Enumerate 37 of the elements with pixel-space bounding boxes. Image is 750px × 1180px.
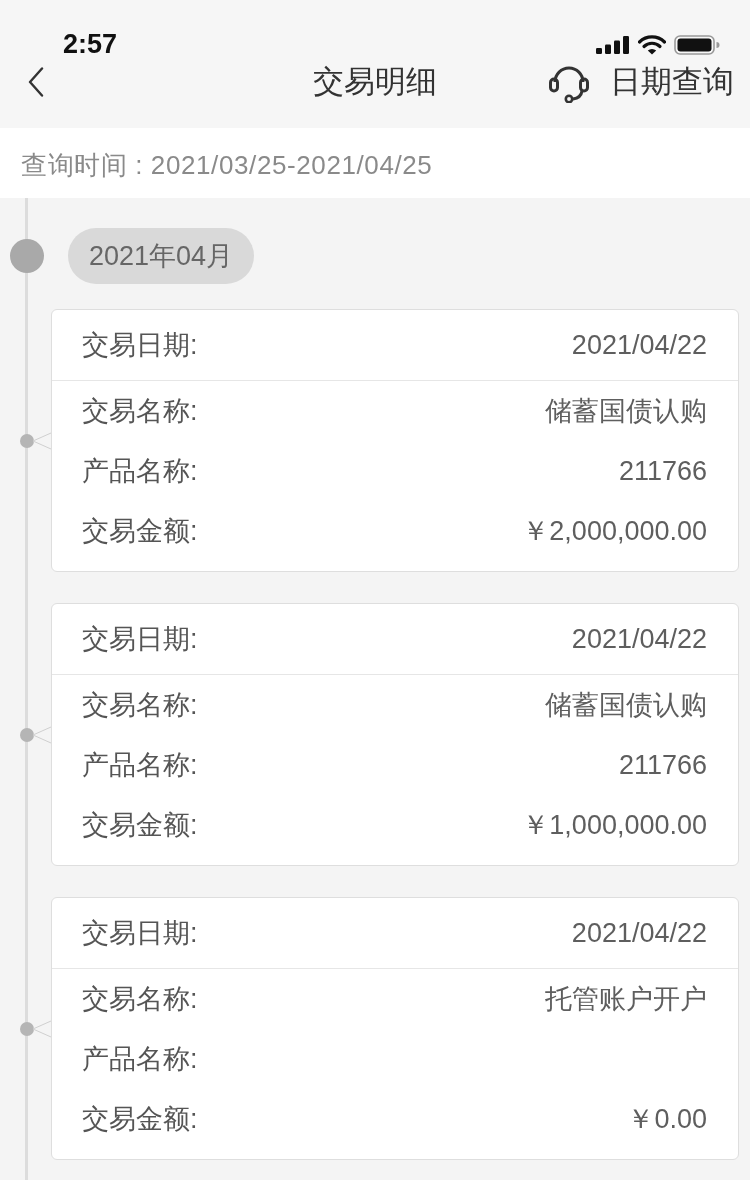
field-value: 储蓄国债认购: [545, 689, 707, 722]
timeline-node-icon: [20, 1019, 51, 1038]
field-label: 产品名称:: [82, 1043, 198, 1076]
timeline-marker-icon: [10, 239, 44, 273]
status-time: 2:57: [63, 29, 118, 59]
field-value: 托管账户开户: [545, 983, 707, 1016]
back-chevron-icon: [28, 67, 44, 97]
month-header: 2021年04月: [68, 228, 255, 284]
field-label: 交易名称:: [82, 689, 198, 722]
field-label: 交易日期:: [82, 329, 198, 362]
timeline-node-icon: [20, 431, 51, 450]
field-value: ￥1,000,000.00: [522, 809, 707, 842]
field-label: 产品名称:: [82, 455, 198, 488]
field-label: 交易名称:: [82, 395, 198, 428]
field-label: 交易日期:: [82, 623, 198, 656]
field-value: 2021/04/22: [571, 917, 707, 949]
field-label: 交易金额:: [82, 515, 198, 548]
field-value: ￥0.00: [627, 1103, 707, 1136]
page-title: 交易明细: [313, 63, 437, 101]
field-label: 交易名称:: [82, 983, 198, 1016]
back-button[interactable]: [28, 67, 44, 97]
battery-icon: [674, 35, 720, 55]
timeline-node-icon: [20, 725, 51, 744]
field-value: 2021/04/22: [571, 623, 707, 655]
field-label: 交易金额:: [82, 809, 198, 842]
signal-icon: [596, 36, 630, 54]
field-value: 211766: [618, 749, 707, 781]
field-value: 2021/04/22: [571, 329, 707, 361]
field-label: 产品名称:: [82, 749, 198, 782]
field-label: 交易金额:: [82, 1103, 198, 1136]
date-query-button[interactable]: 日期查询: [610, 62, 734, 102]
field-value: 211766: [618, 455, 707, 487]
field-value: 储蓄国债认购: [545, 395, 707, 428]
wifi-icon: [638, 35, 666, 55]
query-period-text: 查询时间 : 2021/03/25-2021/04/25: [21, 148, 433, 182]
field-label: 交易日期:: [82, 917, 198, 950]
field-value: ￥2,000,000.00: [522, 515, 707, 548]
